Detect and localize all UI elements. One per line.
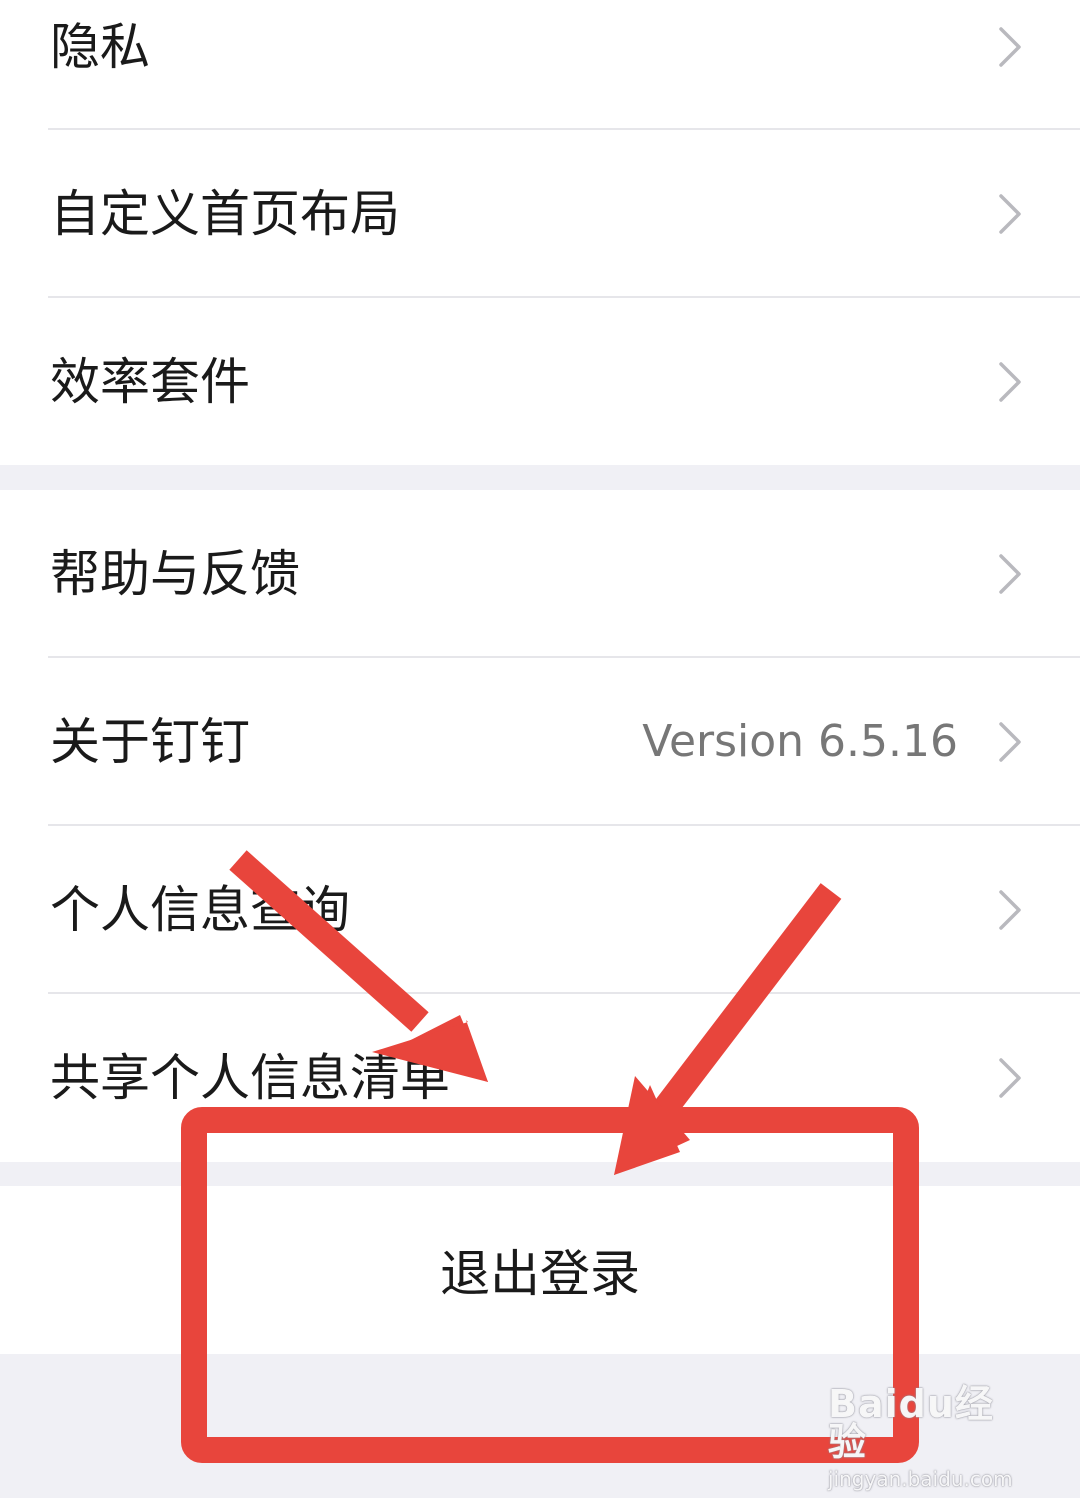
settings-group-1: 隐私 自定义首页布局 效率套件 <box>0 0 1080 465</box>
row-label: 关于钉钉 <box>50 713 250 771</box>
watermark-brand: Baidu经验 <box>828 1382 994 1464</box>
settings-row-shared-info-list[interactable]: 共享个人信息清单 <box>0 994 1080 1162</box>
row-label: 自定义首页布局 <box>50 185 400 243</box>
chevron-right-icon <box>999 890 1021 930</box>
settings-row-privacy[interactable]: 隐私 <box>0 0 1080 131</box>
settings-group-2: 帮助与反馈 关于钉钉 Version 6.5.16 个人信息查询 共享个人信息清… <box>0 490 1080 1162</box>
chevron-right-icon <box>999 194 1021 234</box>
settings-row-help-feedback[interactable]: 帮助与反馈 <box>0 490 1080 658</box>
chevron-right-icon <box>999 722 1021 762</box>
settings-row-custom-homepage[interactable]: 自定义首页布局 <box>0 130 1080 298</box>
version-text: Version 6.5.16 <box>642 716 958 767</box>
row-label: 共享个人信息清单 <box>50 1049 450 1107</box>
chevron-right-icon <box>999 362 1021 402</box>
baidu-watermark: Baidu经验 jingyan.baidu.com <box>828 1385 1028 1489</box>
chevron-right-icon <box>999 554 1021 594</box>
row-label: 个人信息查询 <box>50 881 350 939</box>
logout-button[interactable]: 退出登录 <box>0 1186 1080 1354</box>
row-label: 效率套件 <box>50 353 250 411</box>
watermark-url: jingyan.baidu.com <box>828 1467 1013 1491</box>
chevron-right-icon <box>999 1058 1021 1098</box>
settings-row-about[interactable]: 关于钉钉 Version 6.5.16 <box>0 658 1080 826</box>
chevron-right-icon <box>999 27 1021 67</box>
logout-group: 退出登录 <box>0 1186 1080 1354</box>
settings-row-efficiency-suite[interactable]: 效率套件 <box>0 298 1080 466</box>
row-label: 帮助与反馈 <box>50 545 300 603</box>
row-label: 隐私 <box>50 18 150 76</box>
settings-row-personal-info-query[interactable]: 个人信息查询 <box>0 826 1080 994</box>
